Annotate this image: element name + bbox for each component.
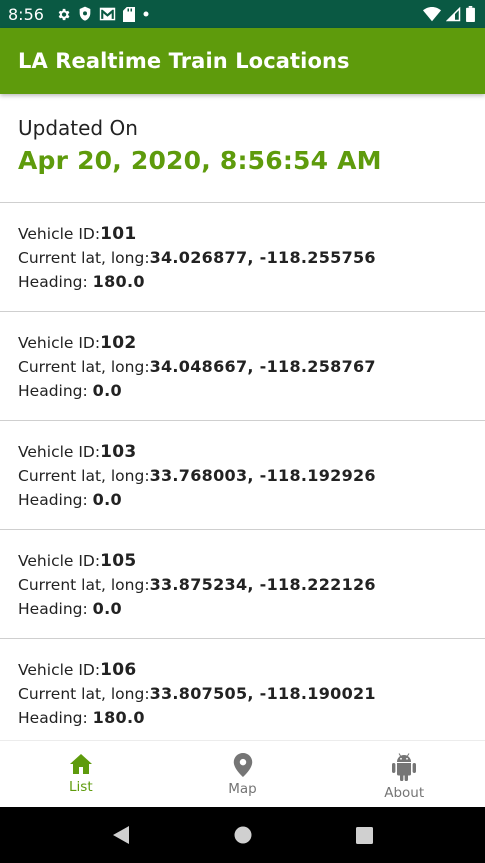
list-item[interactable]: Vehicle ID:102 Current lat, long:34.0486… xyxy=(0,312,485,421)
latlong-line: Current lat, long:34.026877, -118.255756 xyxy=(18,246,485,270)
latlong-value: 33.768003, -118.192926 xyxy=(149,466,376,485)
latlong-value: 33.807505, -118.190021 xyxy=(149,684,376,703)
nav-label-list: List xyxy=(69,779,93,795)
heading-line: Heading: 0.0 xyxy=(18,597,485,621)
latlong-label: Current lat, long: xyxy=(18,685,150,703)
system-status-icons xyxy=(423,6,475,22)
vehicle-id-label: Vehicle ID: xyxy=(18,443,101,461)
latlong-line: Current lat, long:33.807505, -118.190021 xyxy=(18,682,485,706)
heading-label: Heading: xyxy=(18,600,93,618)
heading-label: Heading: xyxy=(18,382,93,400)
nav-label-about: About xyxy=(384,785,425,801)
updated-timestamp: Apr 20, 2020, 8:56:54 AM xyxy=(18,146,382,175)
heading-label: Heading: xyxy=(18,273,93,291)
gear-icon xyxy=(58,8,70,20)
vehicle-id-value: 106 xyxy=(100,660,137,680)
nav-item-about[interactable]: About xyxy=(323,741,485,807)
heading-line: Heading: 0.0 xyxy=(18,379,485,403)
app-title: LA Realtime Train Locations xyxy=(18,49,350,73)
latlong-line: Current lat, long:33.875234, -118.222126 xyxy=(18,573,485,597)
latlong-label: Current lat, long: xyxy=(18,249,150,267)
notification-icons xyxy=(56,6,150,22)
latlong-value: 34.048667, -118.258767 xyxy=(149,357,376,376)
heading-label: Heading: xyxy=(18,491,93,509)
heading-value: 0.0 xyxy=(92,599,122,618)
home-icon xyxy=(69,754,92,774)
vehicle-id-label: Vehicle ID: xyxy=(18,225,101,243)
latlong-line: Current lat, long:34.048667, -118.258767 xyxy=(18,355,485,379)
latlong-line: Current lat, long:33.768003, -118.192926 xyxy=(18,464,485,488)
app-bar: LA Realtime Train Locations xyxy=(0,28,485,94)
battery-icon xyxy=(466,6,475,22)
signal-icon xyxy=(446,6,461,21)
bottom-navigation: List Map About xyxy=(0,740,485,807)
recents-icon[interactable] xyxy=(356,826,373,844)
home-circle-icon[interactable] xyxy=(234,826,252,844)
latlong-label: Current lat, long: xyxy=(18,467,150,485)
updated-label: Updated On xyxy=(18,116,138,140)
list-item[interactable]: Vehicle ID:101 Current lat, long:34.0268… xyxy=(0,203,485,312)
vehicle-id-value: 103 xyxy=(100,442,137,462)
heading-value: 180.0 xyxy=(92,708,145,727)
heading-line: Heading: 180.0 xyxy=(18,270,485,294)
list-item[interactable]: Vehicle ID:103 Current lat, long:33.7680… xyxy=(0,421,485,530)
map-pin-icon xyxy=(233,753,252,777)
vehicle-id-line: Vehicle ID:101 xyxy=(18,223,485,246)
shield-icon xyxy=(79,6,91,21)
list-item[interactable]: Vehicle ID:106 Current lat, long:33.8075… xyxy=(0,639,485,740)
nav-item-list[interactable]: List xyxy=(0,741,162,807)
heading-value: 0.0 xyxy=(92,490,122,509)
status-time: 8:56 xyxy=(8,4,44,24)
wifi-icon xyxy=(423,6,441,21)
updated-section: Updated On Apr 20, 2020, 8:56:54 AM xyxy=(0,94,485,203)
vehicle-id-value: 101 xyxy=(100,224,137,244)
latlong-value: 34.026877, -118.255756 xyxy=(149,248,376,267)
heading-label: Heading: xyxy=(18,709,93,727)
heading-value: 180.0 xyxy=(92,272,145,291)
back-icon[interactable] xyxy=(112,825,130,845)
latlong-label: Current lat, long: xyxy=(18,358,150,376)
nav-item-map[interactable]: Map xyxy=(162,741,324,807)
nav-label-map: Map xyxy=(228,781,257,797)
vehicle-id-label: Vehicle ID: xyxy=(18,552,101,570)
vehicle-id-value: 102 xyxy=(100,333,137,353)
heading-value: 0.0 xyxy=(92,381,122,400)
heading-line: Heading: 180.0 xyxy=(18,706,485,730)
system-navigation-bar xyxy=(0,807,485,863)
vehicle-id-label: Vehicle ID: xyxy=(18,334,101,352)
status-bar: 8:56 xyxy=(0,0,485,28)
sd-card-icon xyxy=(122,6,135,22)
vehicle-id-line: Vehicle ID:103 xyxy=(18,441,485,464)
vehicle-id-label: Vehicle ID: xyxy=(18,661,101,679)
gmail-icon xyxy=(99,7,116,21)
latlong-label: Current lat, long: xyxy=(18,576,150,594)
vehicle-id-line: Vehicle ID:106 xyxy=(18,659,485,682)
heading-line: Heading: 0.0 xyxy=(18,488,485,512)
dot-icon xyxy=(143,11,149,17)
list-item[interactable]: Vehicle ID:105 Current lat, long:33.8752… xyxy=(0,530,485,639)
vehicle-id-line: Vehicle ID:105 xyxy=(18,550,485,573)
vehicle-list[interactable]: Updated On Apr 20, 2020, 8:56:54 AM Vehi… xyxy=(0,94,485,740)
vehicle-id-line: Vehicle ID:102 xyxy=(18,332,485,355)
android-icon xyxy=(392,753,417,781)
vehicle-id-value: 105 xyxy=(100,551,137,571)
latlong-value: 33.875234, -118.222126 xyxy=(149,575,376,594)
